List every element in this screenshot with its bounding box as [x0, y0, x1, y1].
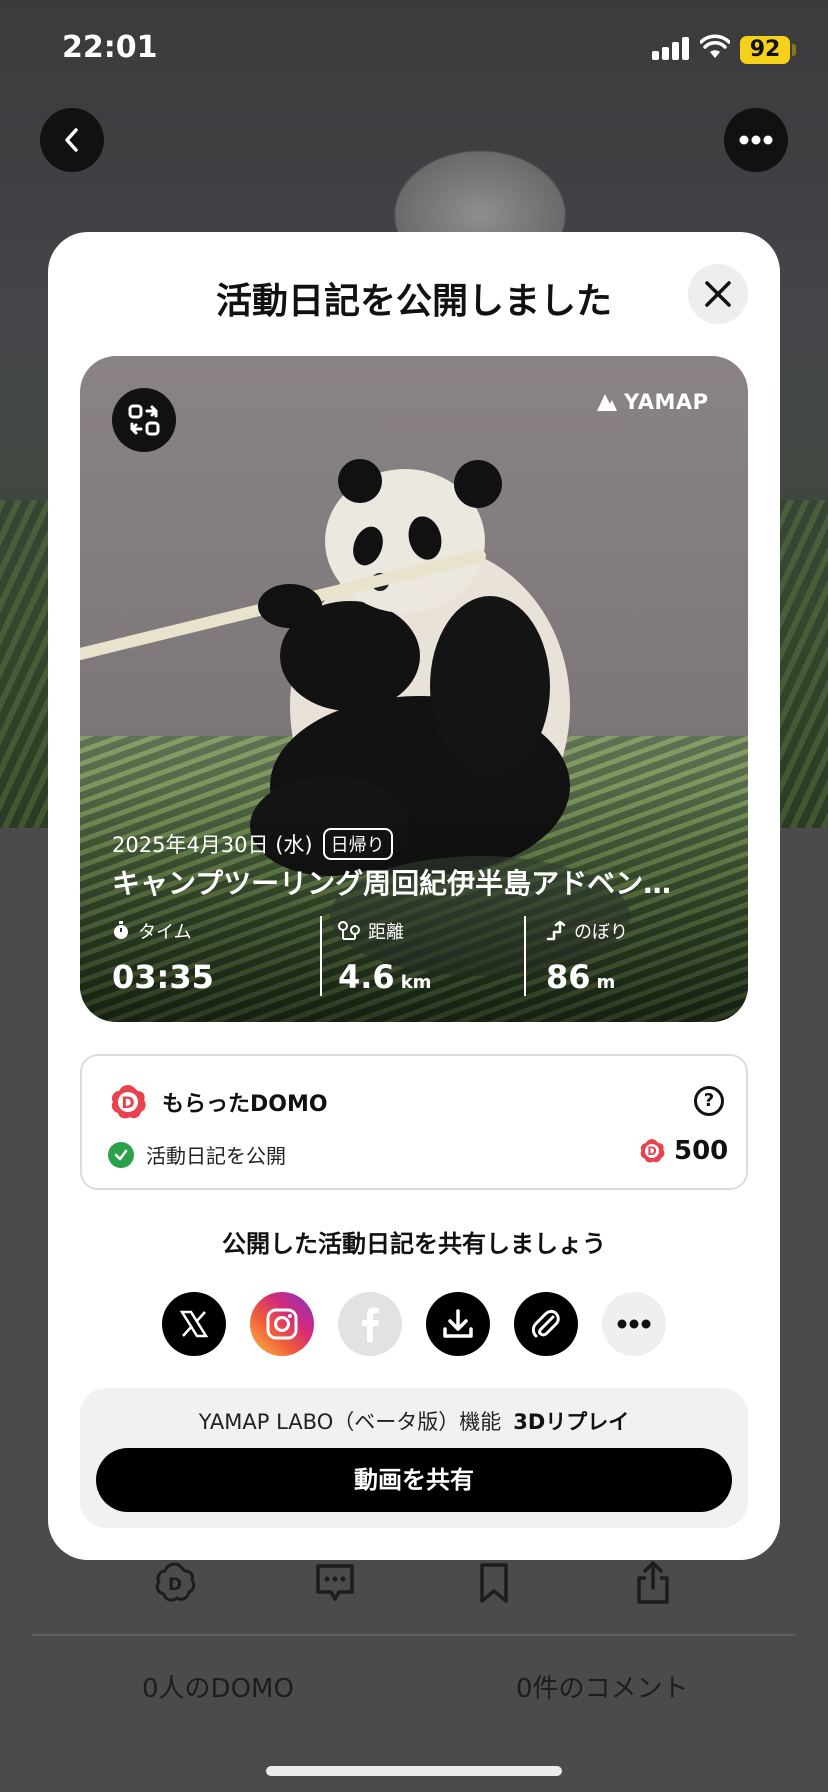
close-icon [705, 281, 731, 307]
domo-reason-label: 活動日記を公開 [146, 1144, 286, 1168]
activity-card: YAMAP 2025年4月30日 (水) 日帰り キャンプツーリング周回紀伊半島… [80, 356, 748, 1022]
modal-title: 活動日記を公開しました [215, 281, 612, 322]
more-options-button[interactable] [724, 108, 788, 172]
stat-label: のぼり [574, 922, 628, 943]
stat-label: 距離 [368, 922, 404, 943]
domo-reward-box: D もらったDOMO ? 活動日記を公開 D 500 [80, 1054, 748, 1190]
divider [32, 1634, 796, 1636]
instagram-icon [266, 1308, 298, 1340]
share-more-button[interactable] [602, 1292, 666, 1356]
stopwatch-icon [114, 921, 128, 939]
battery-level: 92 [740, 36, 790, 64]
svg-text:D: D [647, 1145, 656, 1158]
chevron-left-icon [65, 128, 78, 152]
domo-action-icon[interactable]: D [152, 1560, 198, 1606]
bookmark-icon[interactable] [471, 1560, 517, 1606]
domo-amount-value: 500 [674, 1136, 729, 1166]
share-x-button[interactable] [162, 1292, 226, 1356]
share-icon[interactable] [630, 1560, 676, 1606]
brand-name: YAMAP [624, 390, 709, 414]
share-facebook-button[interactable] [338, 1292, 402, 1356]
stat-label: タイム [138, 922, 192, 943]
stat-divider [320, 916, 322, 996]
share-video-button[interactable]: 動画を共有 [96, 1448, 732, 1512]
stat-value: 86 [546, 958, 591, 996]
status-time: 22:01 [62, 30, 158, 65]
x-logo-icon [179, 1310, 209, 1338]
status-bar: 22:01 92 [0, 0, 828, 100]
ascent-icon [546, 921, 566, 941]
stat-value: 03:35 [112, 958, 214, 996]
labo-feature: 3Dリプレイ [513, 1410, 630, 1434]
distance-pin-icon [338, 921, 360, 940]
cellular-signal-icon [652, 36, 692, 60]
publish-complete-modal: 活動日記を公開しました YAMAP 2025年4月30日 (水) 日帰り キャン… [48, 232, 780, 1560]
domo-badge-icon: D [111, 1085, 146, 1119]
mountain-icon [597, 394, 617, 411]
domo-header: D もらったDOMO [108, 1082, 328, 1122]
battery-tip [792, 44, 796, 56]
stat-ascent: のぼり 86 m [546, 918, 628, 996]
back-button[interactable] [40, 108, 104, 172]
domo-count[interactable]: 0人のDOMO [142, 1668, 294, 1705]
help-icon[interactable]: ? [694, 1086, 724, 1116]
wifi-icon [700, 34, 730, 58]
stat-value: 4.6 [338, 958, 395, 996]
close-button[interactable] [688, 264, 748, 324]
domo-reason-row: 活動日記を公開 [108, 1140, 286, 1169]
stat-distance: 距離 4.6 km [338, 918, 431, 996]
stat-divider [524, 916, 526, 996]
day-trip-badge: 日帰り [322, 828, 393, 860]
comment-icon[interactable] [312, 1560, 358, 1606]
share-heading: 公開した活動日記を共有しましょう [222, 1230, 606, 1258]
activity-date: 2025年4月30日 (水) [112, 833, 313, 857]
domo-amount: D 500 [638, 1136, 728, 1166]
domo-small-icon: D [640, 1139, 665, 1163]
activity-title: キャンプツーリング周回紀伊半島アドベン… [112, 867, 672, 900]
labo-label: YAMAP LABO（ベータ版）機能 [198, 1410, 502, 1434]
domo-heading: もらったDOMO [162, 1092, 328, 1117]
share-instagram-button[interactable] [250, 1292, 314, 1356]
check-circle-icon [108, 1141, 134, 1168]
yamap-logo: YAMAP [596, 390, 709, 414]
svg-text:D: D [168, 1575, 182, 1595]
yamap-labo-box: YAMAP LABO（ベータ版）機能 3Dリプレイ 動画を共有 [80, 1388, 748, 1528]
paperclip-icon [531, 1309, 560, 1338]
activity-date-row: 2025年4月30日 (水) 日帰り [112, 828, 393, 860]
download-button[interactable] [426, 1292, 490, 1356]
facebook-icon [362, 1307, 379, 1342]
stat-time: タイム 03:35 [112, 918, 214, 996]
swap-layout-button[interactable] [112, 388, 176, 452]
ellipsis-icon [739, 135, 773, 145]
home-indicator [266, 1766, 562, 1776]
svg-text:D: D [121, 1093, 134, 1112]
download-icon [443, 1309, 473, 1338]
comment-count[interactable]: 0件のコメント [516, 1668, 689, 1705]
ellipsis-icon [617, 1319, 651, 1329]
copy-link-button[interactable] [514, 1292, 578, 1356]
labo-description: YAMAP LABO（ベータ版）機能 3Dリプレイ [80, 1406, 748, 1436]
swap-icon [128, 404, 160, 436]
stat-unit: m [596, 972, 616, 993]
stat-unit: km [400, 972, 432, 993]
